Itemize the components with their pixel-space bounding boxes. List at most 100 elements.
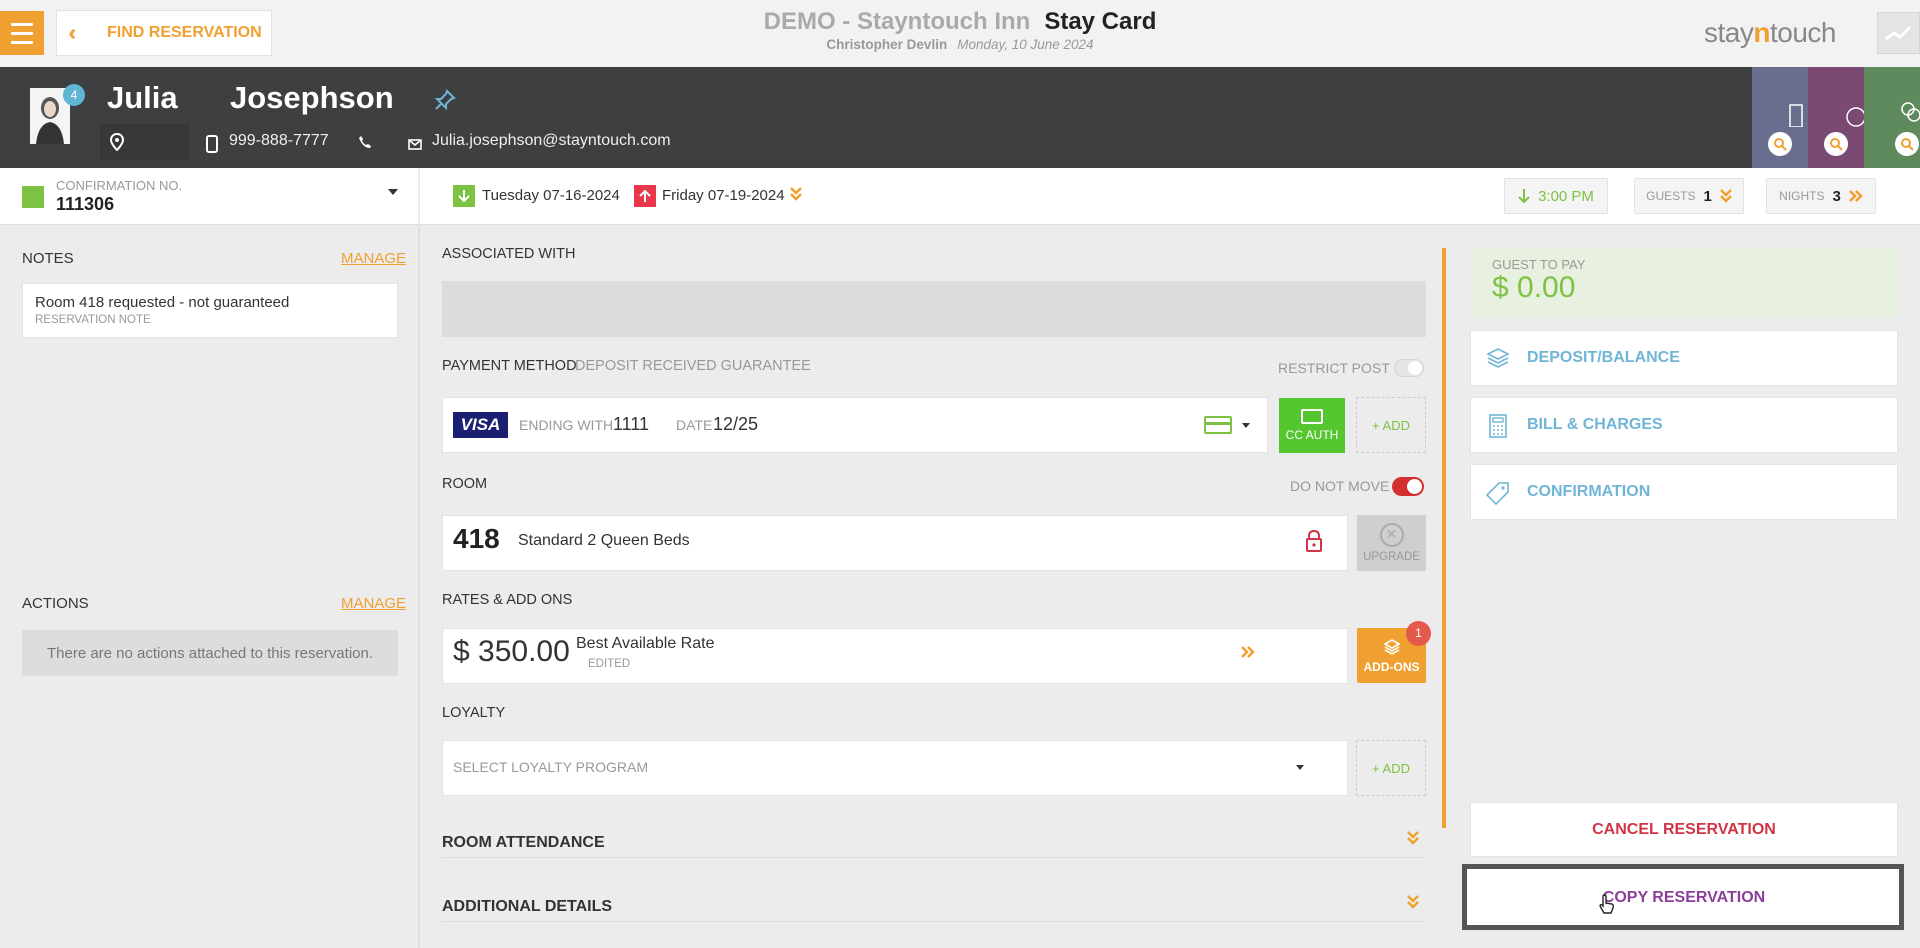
cursor-icon	[1598, 893, 1616, 920]
guest-email[interactable]: Julia.josephson@stayntouch.com	[432, 132, 671, 150]
globe-icon	[1846, 107, 1866, 127]
logo-part: touch	[1769, 17, 1837, 48]
logo-part: n	[1753, 17, 1770, 48]
activity-button[interactable]	[1877, 12, 1920, 54]
arrival-date[interactable]: Tuesday 07-16-2024	[482, 187, 620, 204]
card-icon[interactable]	[1204, 416, 1232, 434]
nights-pill[interactable]: NIGHTS 3	[1766, 178, 1876, 214]
double-chevron-down-icon[interactable]	[789, 186, 803, 207]
arrival-time-pill[interactable]: 3:00 PM	[1504, 178, 1608, 214]
bill-charges-label: BILL & CHARGES	[1527, 416, 1663, 433]
reservation-status-indicator	[22, 186, 44, 208]
restrict-post-label: RESTRICT POST	[1278, 360, 1390, 376]
phone-icon[interactable]	[358, 135, 372, 154]
actions-title: ACTIONS	[22, 595, 89, 612]
chevron-down-icon[interactable]	[1242, 423, 1250, 428]
pin-icon[interactable]	[433, 88, 457, 117]
find-reservation-label: FIND RESERVATION	[107, 24, 262, 41]
guest-first-name[interactable]: Julia	[107, 80, 178, 116]
double-chevron-right-icon	[1848, 190, 1863, 202]
activity-icon	[1885, 25, 1912, 41]
logo-part: stay	[1704, 17, 1754, 48]
stack-icon	[1382, 638, 1401, 655]
deposit-balance-button[interactable]: DEPOSIT/BALANCE	[1470, 330, 1898, 386]
hotel-name: DEMO - Stayntouch Inn	[763, 8, 1031, 35]
bill-charges-button[interactable]: BILL & CHARGES	[1470, 397, 1898, 453]
nights-label: NIGHTS	[1779, 189, 1825, 203]
notes-manage-link[interactable]: MANAGE	[341, 250, 406, 267]
note-text: Room 418 requested - not guaranteed	[35, 294, 290, 311]
double-chevron-right-icon[interactable]	[1240, 645, 1256, 664]
actions-manage-link[interactable]: MANAGE	[341, 595, 406, 612]
room-attendance-section[interactable]: ROOM ATTENDANCE	[442, 826, 1426, 858]
rate-name: Best Available Rate	[576, 635, 715, 652]
copy-reservation-button[interactable]: COPY RESERVATION	[1470, 872, 1898, 924]
guests-label: GUESTS	[1646, 189, 1696, 203]
note-card[interactable]: Room 418 requested - not guaranteed RESE…	[22, 283, 398, 338]
guests-pill[interactable]: GUESTS 1	[1634, 178, 1744, 214]
calculator-icon	[1485, 413, 1511, 444]
associated-with-label: ASSOCIATED WITH	[442, 246, 576, 262]
add-payment-button[interactable]: + ADD	[1356, 397, 1426, 453]
guests-count: 1	[1703, 187, 1712, 205]
cancel-reservation-button[interactable]: CANCEL RESERVATION	[1470, 802, 1898, 857]
guest-last-name[interactable]: Josephson	[230, 80, 394, 116]
room-type: Standard 2 Queen Beds	[518, 532, 690, 549]
menu-icon-line	[11, 40, 33, 44]
card-last-four: 1111	[613, 414, 650, 434]
page-name: Stay Card	[1044, 8, 1157, 35]
guest-count-badge: 4	[63, 84, 85, 106]
room-attendance-title: ROOM ATTENDANCE	[442, 834, 605, 851]
guest-phone[interactable]: 999-888-7777	[229, 132, 329, 150]
guest-to-pay-amount: $ 0.00	[1492, 271, 1576, 304]
additional-details-section[interactable]: ADDITIONAL DETAILS	[442, 890, 1426, 922]
card-icon	[1301, 409, 1323, 424]
double-chevron-down-icon	[1719, 189, 1732, 203]
menu-icon-line	[11, 31, 33, 35]
mail-icon	[408, 137, 422, 155]
guest-to-pay-label: GUEST TO PAY	[1492, 257, 1586, 272]
confirmation-button[interactable]: CONFIRMATION	[1470, 464, 1898, 520]
close-icon: ✕	[1379, 523, 1404, 547]
tag-icon	[1485, 480, 1511, 511]
restrict-post-toggle[interactable]	[1394, 359, 1424, 377]
add-ons-label: ADD-ONS	[1363, 659, 1420, 674]
user-name: Christopher Devlin	[826, 37, 948, 52]
upgrade-button[interactable]: ✕ UPGRADE	[1357, 515, 1426, 571]
menu-button[interactable]	[0, 11, 44, 55]
rate-edited-flag: EDITED	[588, 658, 631, 670]
search-icon[interactable]	[1824, 132, 1848, 156]
double-chevron-down-icon	[1406, 894, 1420, 915]
rate-amount: $ 350.00	[453, 635, 570, 668]
search-icon[interactable]	[1768, 132, 1792, 156]
payment-guarantee-type: DEPOSIT RECEIVED GUARANTEE	[575, 358, 811, 374]
do-not-move-toggle[interactable]	[1392, 477, 1424, 496]
brand-logo: stayntouch	[1704, 17, 1836, 49]
cc-auth-button[interactable]: CC AUTH	[1279, 398, 1345, 453]
find-reservation-button[interactable]: ‹‹ FIND RESERVATION	[56, 10, 272, 56]
location-icon	[109, 132, 125, 156]
upgrade-label: UPGRADE	[1363, 551, 1420, 563]
actions-empty-message: There are no actions attached to this re…	[22, 630, 398, 676]
chevron-down-icon[interactable]	[1296, 765, 1304, 770]
ending-with-label: ENDING WITH	[519, 417, 614, 433]
additional-details-title: ADDITIONAL DETAILS	[442, 898, 613, 915]
departure-date[interactable]: Friday 07-19-2024	[662, 187, 785, 204]
lock-icon[interactable]	[1305, 529, 1323, 557]
add-loyalty-button[interactable]: + ADD	[1356, 740, 1426, 796]
add-ons-count-badge: 1	[1406, 621, 1431, 646]
rates-label: RATES & ADD ONS	[442, 592, 573, 608]
section-divider	[1442, 248, 1446, 828]
arrival-time: 3:00 PM	[1538, 187, 1594, 205]
nights-count: 3	[1832, 187, 1841, 205]
note-type: RESERVATION NOTE	[35, 314, 151, 326]
deposit-balance-label: DEPOSIT/BALANCE	[1527, 349, 1680, 366]
double-chevron-down-icon	[1406, 830, 1420, 851]
cc-auth-label: CC AUTH	[1285, 428, 1339, 442]
chevron-down-icon[interactable]	[388, 189, 398, 195]
loyalty-placeholder: SELECT LOYALTY PROGRAM	[453, 759, 649, 775]
search-icon[interactable]	[1895, 132, 1919, 156]
header-subtitle: Christopher Devlin Monday, 10 June 2024	[560, 37, 1360, 52]
expiry-label: DATE	[676, 417, 713, 433]
menu-icon-line	[11, 22, 33, 26]
